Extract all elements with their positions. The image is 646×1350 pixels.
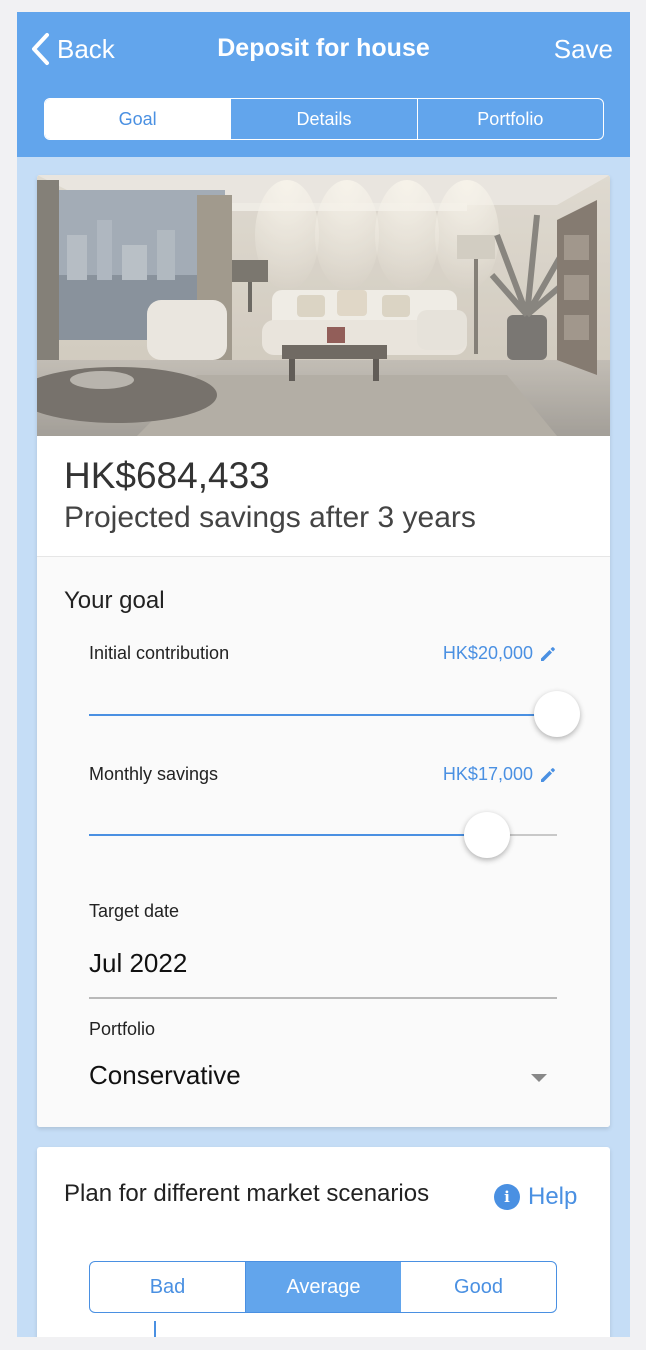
pencil-icon — [541, 767, 555, 782]
app-window: Back Deposit for house Save Goal Details… — [17, 12, 630, 1337]
portfolio-label: Portfolio — [89, 1019, 156, 1039]
help-button[interactable]: i Help — [494, 1183, 577, 1211]
dropdown-caret-icon[interactable] — [531, 1074, 547, 1082]
tab-goal[interactable]: Goal — [45, 99, 231, 139]
monthly-savings-thumb[interactable] — [464, 812, 510, 858]
back-label: Back — [57, 33, 115, 64]
tab-details[interactable]: Details — [230, 99, 416, 139]
save-button[interactable]: Save — [554, 34, 613, 65]
initial-contribution-value[interactable]: HK$20,000 — [443, 643, 558, 664]
goal-settings: Your goal Initial contribution HK$20,000… — [37, 556, 610, 1127]
scenarios-title: Plan for different market scenarios — [64, 1180, 430, 1207]
help-label: Help — [528, 1183, 578, 1210]
monthly-savings-fill — [89, 834, 487, 836]
projected-amount: HK$684,433 — [64, 455, 270, 496]
goal-card: HK$684,433 Projected savings after 3 yea… — [37, 175, 610, 1127]
scenarios-card: Plan for different market scenarios i He… — [37, 1147, 610, 1337]
chart-axis-tick — [154, 1321, 156, 1337]
target-date-field[interactable]: Jul 2022 — [89, 948, 187, 979]
tab-bar: Goal Details Portfolio — [44, 98, 604, 140]
monthly-savings-amount: HK$17,000 — [442, 764, 533, 784]
info-icon: i — [494, 1184, 520, 1210]
initial-contribution-amount: HK$20,000 — [442, 643, 533, 663]
back-button[interactable]: Back — [29, 32, 115, 66]
chevron-left-icon — [32, 33, 49, 65]
target-date-label: Target date — [89, 901, 180, 921]
initial-contribution-fill — [89, 714, 557, 716]
living-room-photo — [37, 175, 610, 436]
goal-section-title: Your goal — [64, 587, 165, 614]
initial-contribution-slider[interactable] — [89, 714, 557, 716]
target-date-underline — [89, 997, 557, 999]
projection-label: Projected savings after 3 years — [64, 501, 476, 534]
tab-portfolio[interactable]: Portfolio — [416, 99, 603, 139]
scenario-selector: Bad Average Good — [89, 1261, 557, 1313]
initial-contribution-label: Initial contribution — [89, 643, 230, 663]
scenario-bad[interactable]: Bad — [90, 1262, 246, 1312]
pencil-icon — [541, 646, 555, 661]
portfolio-select[interactable]: Conservative — [89, 1060, 241, 1091]
scenario-good[interactable]: Good — [401, 1262, 556, 1312]
nav-header: Back Deposit for house Save Goal Details… — [17, 12, 630, 157]
monthly-savings-value[interactable]: HK$17,000 — [443, 764, 558, 785]
scenario-average[interactable]: Average — [246, 1262, 401, 1312]
monthly-savings-label: Monthly savings — [89, 764, 219, 784]
initial-contribution-thumb[interactable] — [534, 691, 580, 737]
